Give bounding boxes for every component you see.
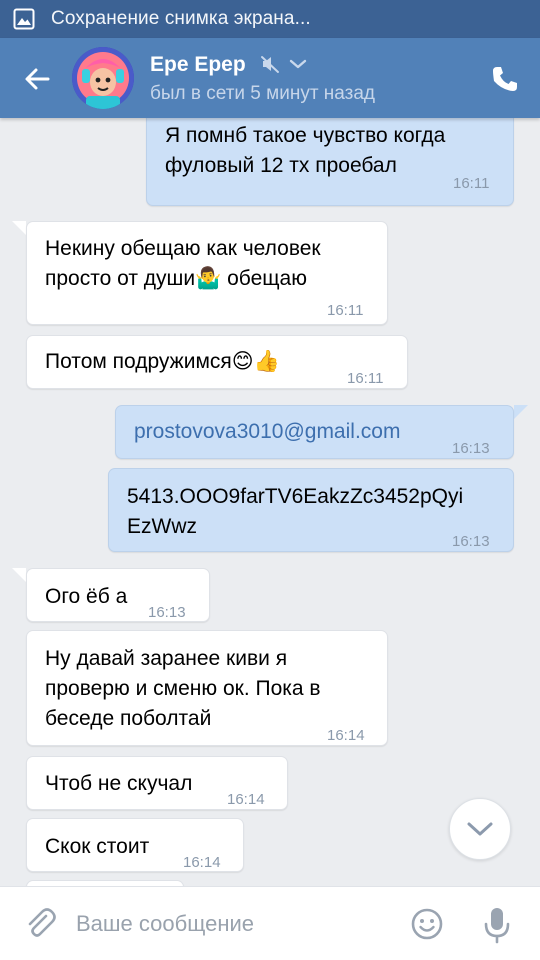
chat-header: Ере Ерер был в сети 5 минут назад (0, 38, 540, 118)
message-time: 16:13 (452, 533, 490, 550)
contact-name[interactable]: Ере Ерер (150, 53, 246, 77)
bubble-tail (514, 405, 528, 419)
message-time: 16:11 (453, 175, 490, 192)
voice-message-button[interactable] (480, 905, 516, 945)
arrow-left-icon (25, 68, 50, 90)
message-bubble-incoming[interactable]: Чтоб не скучал 16:14 (26, 756, 288, 810)
message-time: 16:13 (148, 604, 186, 621)
message-bubble-incoming[interactable]: Скок стоит 16:14 (26, 818, 244, 872)
message-time: 16:14 (227, 791, 265, 808)
bubble-tail (12, 221, 26, 235)
smiley-icon (411, 908, 443, 940)
message-text: Ну давай заранее киви я проверю и сменю … (45, 647, 321, 730)
message-time: 16:11 (327, 302, 364, 319)
message-text: Потом подружимся😊👍 (45, 350, 280, 373)
email-link[interactable]: prostovova3010@gmail.com (134, 417, 400, 447)
message-input[interactable] (76, 901, 396, 947)
avatar[interactable] (72, 47, 134, 109)
message-time: 16:13 (452, 440, 490, 457)
message-time: 16:14 (183, 854, 221, 871)
message-text: Я помнб такое чувство когда фуловый 12 т… (165, 124, 446, 177)
gallery-icon (12, 7, 36, 31)
message-text: Чтоб не скучал (45, 772, 193, 795)
back-button[interactable] (18, 60, 56, 98)
scroll-to-bottom-button[interactable] (449, 798, 511, 860)
phone-icon (493, 67, 517, 91)
emoji-button[interactable] (410, 907, 446, 943)
message-list[interactable]: Я помнб такое чувство когда фуловый 12 т… (0, 118, 540, 886)
status-bar: Сохранение снимка экрана... (0, 0, 540, 38)
message-time: 16:14 (327, 727, 365, 744)
message-text: Ого ёб а (45, 585, 128, 608)
microphone-icon (484, 908, 510, 944)
call-button[interactable] (488, 62, 522, 96)
paperclip-icon (28, 908, 56, 937)
message-text: Скок стоит (45, 835, 150, 858)
last-seen-status: был в сети 5 минут назад (150, 83, 376, 104)
chevron-down-icon (467, 822, 493, 836)
message-bubble-outgoing[interactable]: 5413.OOO9farTV6EakzZc3452pQyi EzWwz 16:1… (108, 468, 514, 552)
message-bubble-incoming[interactable]: Ого ёб а 16:13 (26, 568, 210, 622)
muted-speaker-icon (261, 56, 279, 73)
message-composer (0, 886, 540, 960)
message-bubble-incoming[interactable]: Ну давай заранее киви я проверю и сменю … (26, 630, 388, 746)
message-bubble-incoming[interactable]: Некину обещаю как человек просто от души… (26, 221, 388, 325)
message-bubble-outgoing[interactable]: Я помнб такое чувство когда фуловый 12 т… (146, 118, 514, 206)
bubble-tail (12, 568, 26, 582)
message-text: 5413.OOO9farTV6EakzZc3452pQyi EzWwz (127, 485, 464, 538)
chevron-down-icon[interactable] (288, 56, 308, 72)
message-bubble-outgoing[interactable]: prostovova3010@gmail.com 16:13 (115, 405, 514, 459)
attach-button[interactable] (24, 907, 60, 943)
status-notification-text: Сохранение снимка экрана... (51, 8, 311, 29)
message-time: 16:11 (347, 370, 384, 387)
message-bubble-incoming[interactable]: Потом подружимся😊👍 16:11 (26, 335, 408, 389)
message-text: Некину обещаю как человек просто от души… (45, 237, 321, 290)
